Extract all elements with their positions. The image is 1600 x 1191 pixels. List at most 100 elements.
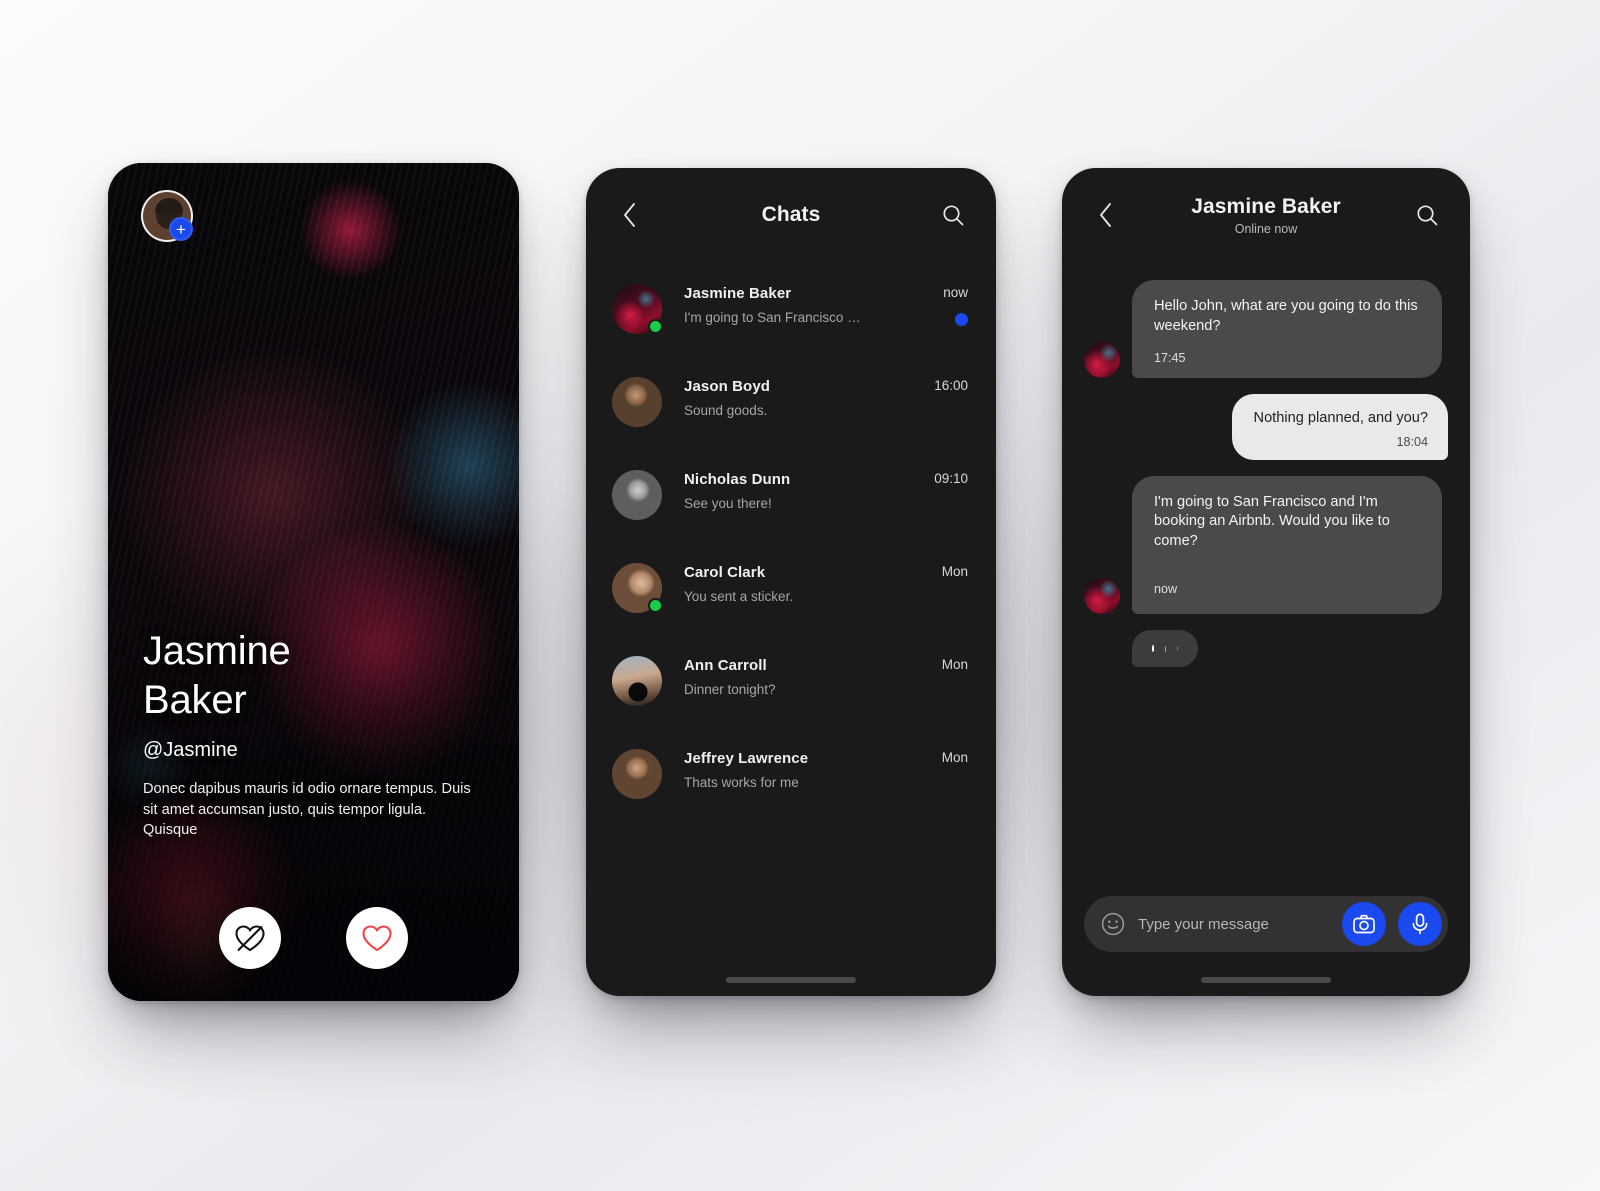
- typing-dot: [1176, 646, 1178, 652]
- message-composer: Type your message: [1084, 896, 1448, 952]
- chat-meta: 09:10: [934, 470, 968, 486]
- unread-badge: [955, 313, 968, 326]
- conversation-title-wrap: Jasmine Baker Online now: [1062, 195, 1470, 236]
- chat-list-item[interactable]: Jeffrey Lawrence Thats works for me Mon: [586, 735, 996, 828]
- chat-contact-name: Jasmine Baker: [684, 285, 792, 302]
- online-status-dot: [648, 319, 663, 334]
- chat-list-item[interactable]: Carol Clark You sent a sticker. Mon: [586, 549, 996, 642]
- profile-info: Jasmine Baker @Jasmine Donec dapibus mau…: [143, 627, 489, 841]
- back-button[interactable]: [1088, 198, 1122, 232]
- message-timestamp: 18:04: [1396, 434, 1428, 449]
- chat-meta: Mon: [942, 656, 968, 672]
- avatar: [612, 470, 662, 520]
- chatlist-topbar: Chats: [586, 168, 996, 262]
- typing-dot: [1152, 645, 1154, 653]
- profile-bio: Donec dapibus mauris id odio ornare temp…: [143, 780, 471, 839]
- conversation-topbar: Jasmine Baker Online now: [1062, 168, 1470, 262]
- chat-timestamp: 16:00: [934, 378, 968, 393]
- chat-list-item[interactable]: Jasmine Baker I'm going to San Francisco …: [586, 270, 996, 363]
- chat-contact-name: Nicholas Dunn: [684, 471, 791, 488]
- chat-text: Carol Clark You sent a sticker.: [662, 563, 942, 604]
- chat-meta: Mon: [942, 563, 968, 579]
- profile-name: Jasmine Baker: [143, 627, 489, 725]
- chat-preview-text: Sound goods.: [684, 403, 768, 418]
- conversation-status: Online now: [1234, 221, 1298, 236]
- chat-preview-text: I'm going to San Francisco …: [684, 310, 861, 325]
- chat-text: Jasmine Baker I'm going to San Francisco …: [662, 284, 943, 325]
- pass-button[interactable]: [219, 907, 281, 969]
- chat-contact-name: Ann Carroll: [684, 657, 767, 674]
- chat-preview-text: Thats works for me: [684, 775, 799, 790]
- avatar-wrap: [612, 284, 663, 334]
- chat-contact-name: Carol Clark: [684, 564, 766, 581]
- broken-heart-icon: [235, 925, 265, 952]
- chat-list-item[interactable]: Ann Carroll Dinner tonight? Mon: [586, 642, 996, 735]
- chat-meta: 16:00: [934, 377, 968, 393]
- phone-chatlist-screen: Chats Jasmine Baker I'm going to San Fran…: [586, 168, 996, 996]
- avatar-wrap: [612, 563, 663, 613]
- screens-stage: + Jasmine Baker @Jasmine Donec dapibus m…: [0, 0, 1600, 1191]
- message-text: I'm going to San Francisco and I'm booki…: [1154, 493, 1390, 550]
- microphone-button[interactable]: [1398, 902, 1442, 946]
- avatar-wrap: [612, 377, 662, 427]
- profile-name-last: Baker: [143, 678, 247, 723]
- chat-meta: now: [943, 284, 968, 326]
- smiley-icon[interactable]: [1100, 911, 1126, 937]
- chat-text: Ann Carroll Dinner tonight?: [662, 656, 942, 697]
- phone-profile-screen: + Jasmine Baker @Jasmine Donec dapibus m…: [108, 163, 519, 1001]
- avatar-wrap: [612, 470, 662, 520]
- message-bubble[interactable]: Hello John, what are you going to do thi…: [1132, 280, 1442, 378]
- chat-timestamp: Mon: [941, 564, 968, 579]
- camera-button[interactable]: [1342, 902, 1386, 946]
- chat-timestamp: Mon: [941, 750, 968, 765]
- search-icon: [1417, 205, 1438, 226]
- chatlist-title-wrap: Chats: [586, 203, 996, 227]
- chat-timestamp: 09:10: [934, 471, 968, 486]
- add-story-badge[interactable]: +: [169, 217, 193, 241]
- chevron-left-icon: [623, 203, 635, 227]
- chat-timestamp: now: [943, 285, 968, 300]
- typing-indicator: [1132, 630, 1198, 668]
- message-bubble[interactable]: Nothing planned, and you? 18:04: [1231, 393, 1448, 460]
- chat-contact-name: Jason Boyd: [684, 378, 771, 395]
- page-title: Chats: [761, 203, 821, 226]
- chat-preview-text: Dinner tonight?: [684, 682, 776, 697]
- avatar: [612, 749, 662, 799]
- profile-action-bar: [108, 907, 519, 969]
- microphone-icon: [1412, 913, 1428, 935]
- avatar: [612, 377, 662, 427]
- message-row: I'm going to San Francisco and I'm booki…: [1084, 475, 1448, 615]
- chat-meta: Mon: [942, 749, 968, 765]
- message-text: Nothing planned, and you?: [1253, 409, 1428, 426]
- message-row: Nothing planned, and you? 18:04: [1084, 393, 1448, 460]
- chat-text: Jason Boyd Sound goods.: [662, 377, 934, 418]
- message-avatar: [1084, 578, 1120, 615]
- chat-preview-text: See you there!: [684, 496, 772, 511]
- search-button[interactable]: [936, 198, 970, 232]
- heart-icon: [362, 925, 392, 952]
- chat-list-item[interactable]: Nicholas Dunn See you there! 09:10: [586, 456, 996, 549]
- search-button[interactable]: [1410, 198, 1444, 232]
- phone-conversation-screen: Jasmine Baker Online now Hello John, wha…: [1062, 168, 1470, 996]
- message-text: Hello John, what are you going to do thi…: [1154, 298, 1418, 334]
- message-input[interactable]: Type your message: [1138, 916, 1330, 933]
- profile-handle: @Jasmine: [143, 738, 238, 761]
- avatar: [612, 656, 662, 706]
- profile-name-first: Jasmine: [143, 629, 291, 674]
- chat-preview-text: You sent a sticker.: [684, 589, 794, 604]
- avatar-wrap: [612, 656, 662, 706]
- avatar-wrap: [612, 749, 662, 799]
- typing-dot: [1164, 645, 1166, 652]
- message-timestamp: 17:45: [1154, 350, 1186, 365]
- camera-icon: [1353, 914, 1375, 934]
- online-status-dot: [648, 598, 663, 613]
- like-button[interactable]: [346, 907, 408, 969]
- back-button[interactable]: [612, 198, 646, 232]
- conversation-title: Jasmine Baker: [1191, 194, 1341, 218]
- message-thread: Hello John, what are you going to do thi…: [1062, 262, 1470, 668]
- chat-timestamp: Mon: [941, 657, 968, 672]
- message-bubble[interactable]: I'm going to San Francisco and I'm booki…: [1132, 475, 1442, 615]
- home-indicator: [726, 977, 856, 983]
- chat-list-item[interactable]: Jason Boyd Sound goods. 16:00: [586, 363, 996, 456]
- chat-text: Nicholas Dunn See you there!: [662, 470, 934, 511]
